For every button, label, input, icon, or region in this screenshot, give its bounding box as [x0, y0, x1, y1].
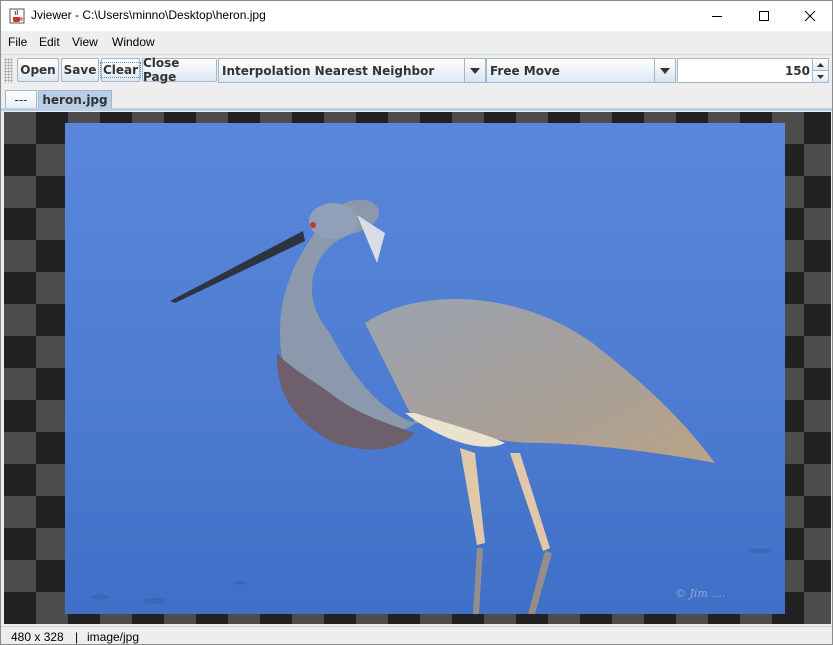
zoom-spinner[interactable]: 150	[677, 58, 829, 83]
java-cup-icon	[9, 8, 25, 24]
save-button[interactable]: Save	[61, 58, 99, 82]
image-mime-type: image/jpg	[87, 630, 140, 644]
mode-select[interactable]: Free Move	[486, 58, 676, 83]
toolbar-grip-handle[interactable]	[4, 58, 13, 83]
interpolation-dropdown-button[interactable]	[464, 59, 485, 82]
maximize-icon	[759, 11, 769, 21]
menu-bar: File Edit View Window	[1, 31, 832, 53]
tab-blank[interactable]: ---	[5, 90, 37, 109]
minimize-button[interactable]	[694, 1, 740, 31]
minimize-icon	[712, 16, 722, 17]
title-bar[interactable]: Jviewer - C:\Users\minno\Desktop\heron.j…	[1, 1, 832, 31]
close-button[interactable]	[787, 1, 832, 31]
close-icon	[804, 10, 816, 22]
mode-select-value: Free Move	[490, 64, 560, 78]
zoom-value[interactable]: 150	[785, 64, 810, 78]
toolbar: Open Save Clear Close Page Interpolation…	[1, 54, 832, 88]
zoom-decrement-button[interactable]	[813, 71, 828, 82]
chevron-down-icon	[660, 67, 670, 74]
open-button[interactable]: Open	[17, 58, 59, 82]
status-separator: |	[75, 630, 79, 644]
menu-window[interactable]: Window	[112, 35, 155, 49]
close-page-button[interactable]: Close Page	[142, 56, 217, 84]
window-title: Jviewer - C:\Users\minno\Desktop\heron.j…	[31, 8, 266, 22]
maximize-button[interactable]	[741, 1, 787, 31]
chevron-up-icon	[817, 62, 824, 67]
photo-watermark: © Jim ....	[675, 587, 725, 600]
interpolation-select-value: Interpolation Nearest Neighbor	[222, 64, 435, 78]
tab-underline	[1, 108, 832, 111]
image-dimensions: 480 x 328	[11, 630, 64, 644]
heron-photo[interactable]: © Jim ....	[65, 123, 785, 614]
clear-button-label: Clear	[99, 62, 142, 78]
chevron-down-icon	[470, 67, 480, 74]
interpolation-select[interactable]: Interpolation Nearest Neighbor	[218, 58, 486, 83]
chevron-down-icon	[817, 74, 824, 79]
image-viewport[interactable]: © Jim ....	[4, 112, 831, 624]
clear-button[interactable]: Clear	[99, 58, 142, 82]
status-bar: 480 x 328 | image/jpg	[1, 626, 832, 644]
tab-strip: --- heron.jpg	[1, 87, 832, 109]
tab-heron[interactable]: heron.jpg	[38, 90, 112, 109]
mode-dropdown-button[interactable]	[654, 59, 675, 82]
app-window: Jviewer - C:\Users\minno\Desktop\heron.j…	[0, 0, 833, 645]
menu-edit[interactable]: Edit	[39, 35, 60, 49]
zoom-spinner-buttons	[812, 59, 828, 82]
menu-file[interactable]: File	[8, 35, 27, 49]
menu-view[interactable]: View	[72, 35, 98, 49]
zoom-increment-button[interactable]	[813, 59, 828, 71]
